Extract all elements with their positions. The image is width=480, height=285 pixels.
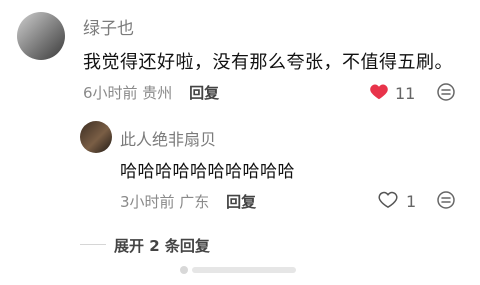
avatar[interactable] [17,12,65,60]
like-button[interactable]: 11 [369,82,415,104]
comment-text: 我觉得还好啦，没有那么夸张，不值得五刷。 [83,52,453,73]
more-options-button[interactable] [436,82,456,106]
more-options-button[interactable] [436,190,456,214]
comment-time-location: 6小时前 贵州 [83,84,173,102]
comment-meta: 6小时前 贵州 回复 [83,82,219,103]
reply-button[interactable]: 回复 [226,193,256,211]
avatar[interactable] [80,121,112,153]
heart-filled-icon [369,82,389,104]
more-icon [436,190,456,214]
comment-username[interactable]: 绿子也 [83,14,134,39]
reply-username[interactable]: 此人绝非扇贝 [120,126,216,150]
like-button[interactable]: 1 [378,190,416,212]
more-icon [436,82,456,106]
divider [80,244,106,245]
reply-time-location: 3小时前 广东 [120,193,210,211]
heart-outline-icon [378,190,398,212]
watermark [178,264,300,279]
like-count: 1 [406,191,417,211]
reply-meta: 3小时前 广东 回复 [120,191,256,212]
expand-replies-button[interactable]: 展开 2 条回复 [114,235,210,256]
reply-text: 哈哈哈哈哈哈哈哈哈哈 [120,162,295,182]
reply-button[interactable]: 回复 [189,84,219,102]
like-count: 11 [395,83,416,103]
